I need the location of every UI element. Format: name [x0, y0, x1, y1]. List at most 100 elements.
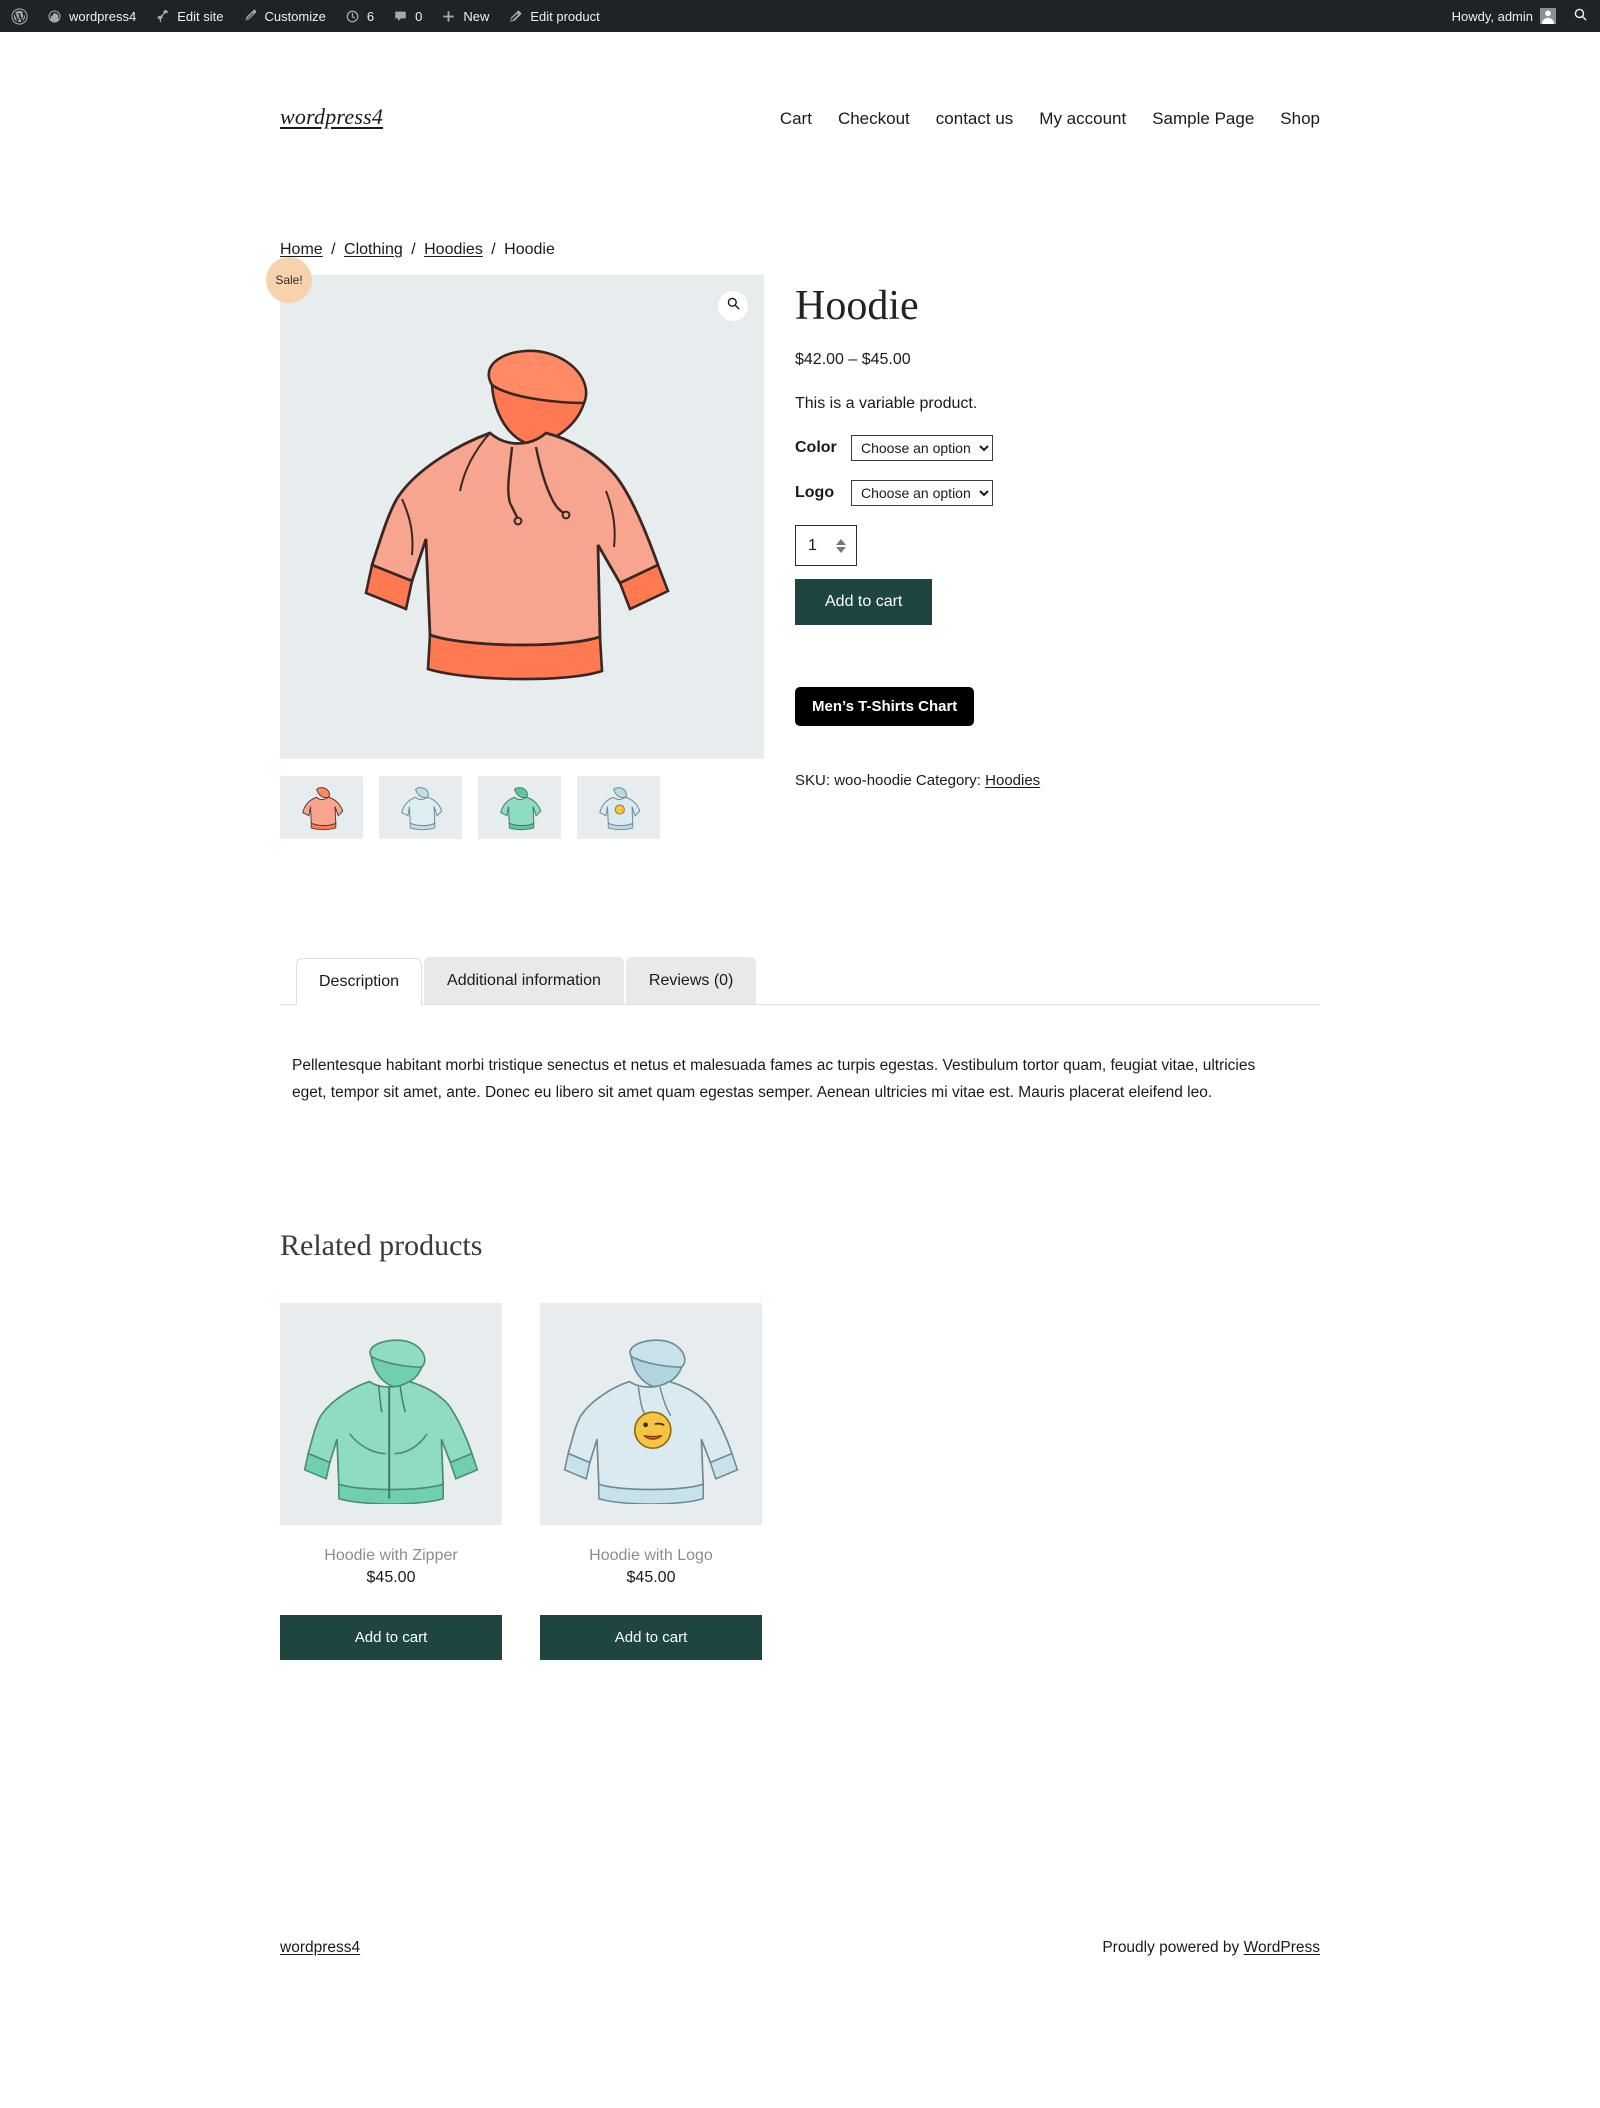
- adminbar-right-group: Howdy, admin: [1443, 0, 1598, 32]
- breadcrumb: Home / Clothing / Hoodies / Hoodie: [280, 241, 1320, 259]
- footer-credit-prefix: Proudly powered by: [1102, 1939, 1240, 1957]
- related-product-name-logo[interactable]: Hoodie with Logo: [540, 1547, 762, 1565]
- product-gallery: Sale!: [266, 257, 764, 839]
- variation-row-logo: Logo Choose an option Yes No: [795, 480, 1279, 507]
- adminbar-my-account[interactable]: Howdy, admin: [1443, 0, 1565, 32]
- related-add-to-cart-logo[interactable]: Add to cart: [540, 1615, 762, 1661]
- breadcrumb-item-home[interactable]: Home: [280, 241, 323, 258]
- related-product-name-zipper[interactable]: Hoodie with Zipper: [280, 1547, 502, 1565]
- spinner-up-icon[interactable]: [836, 538, 846, 545]
- nav-item-shop[interactable]: Shop: [1280, 109, 1320, 129]
- hoodie-thumb-green-icon: [499, 786, 541, 830]
- tab-additional-information[interactable]: Additional information: [424, 957, 624, 1004]
- product-variations: Color Choose an option Blue Green Red Lo…: [795, 435, 1279, 507]
- comments-icon: [392, 8, 409, 25]
- thumbnail-3[interactable]: [577, 776, 660, 839]
- primary-navigation: Cart Checkout contact us My account Samp…: [780, 109, 1320, 129]
- adminbar-howdy-label: Howdy, admin: [1451, 8, 1533, 24]
- breadcrumb-separator: /: [331, 241, 336, 258]
- adminbar-search-button[interactable]: [1565, 7, 1598, 25]
- related-product-price-zipper: $45.00: [366, 1569, 416, 1587]
- adminbar-updates[interactable]: 6: [335, 0, 383, 32]
- tab-description[interactable]: Description: [296, 958, 423, 1005]
- thumbnail-0[interactable]: [280, 776, 363, 839]
- related-product-card-logo[interactable]: Hoodie with Logo $45.00 Add to cart: [540, 1303, 762, 1661]
- hoodie-with-zipper-illustration: [303, 1339, 479, 1505]
- tab-reviews[interactable]: Reviews (0): [625, 957, 757, 1004]
- adminbar-site-name-label: wordpress4: [69, 8, 137, 24]
- product-main-image[interactable]: [280, 275, 764, 759]
- image-zoom-button[interactable]: [718, 291, 748, 321]
- nav-item-sample-page[interactable]: Sample Page: [1152, 109, 1254, 129]
- quantity-input[interactable]: [808, 536, 834, 555]
- breadcrumb-separator: /: [411, 241, 416, 258]
- related-product-card-zipper[interactable]: Hoodie with Zipper $45.00 Add to cart: [280, 1303, 502, 1661]
- adminbar-edit-site-label: Edit site: [177, 8, 224, 24]
- quantity-stepper[interactable]: [795, 525, 857, 567]
- variation-select-color[interactable]: Choose an option Blue Green Red: [851, 435, 993, 462]
- sale-badge: Sale!: [266, 257, 312, 303]
- adminbar-new-label: New: [463, 8, 490, 24]
- thumbnail-2[interactable]: [478, 776, 561, 839]
- adminbar-customize-label: Customize: [264, 8, 326, 24]
- variation-select-logo[interactable]: Choose an option Yes No: [851, 480, 993, 507]
- footer-credit: Proudly powered by WordPress: [1102, 1939, 1320, 1957]
- nav-item-my-account[interactable]: My account: [1039, 109, 1126, 129]
- site-footer: wordpress4 Proudly powered by WordPress: [280, 1939, 1320, 1957]
- breadcrumb-item-hoodies[interactable]: Hoodies: [424, 241, 483, 258]
- adminbar-edit-site[interactable]: Edit site: [145, 0, 232, 32]
- footer-wordpress-link[interactable]: WordPress: [1244, 1939, 1320, 1956]
- related-products-title: Related products: [280, 1229, 483, 1263]
- adminbar-edit-product[interactable]: Edit product: [498, 0, 608, 32]
- plus-icon: [440, 8, 457, 25]
- sku-label: SKU:: [795, 772, 831, 790]
- variation-label-color: Color: [795, 439, 837, 457]
- edit-site-icon: [154, 8, 171, 25]
- related-product-image-zipper[interactable]: [280, 1303, 502, 1526]
- thumbnail-1[interactable]: [379, 776, 462, 839]
- updates-icon: [344, 8, 361, 25]
- user-avatar-icon: [1540, 8, 1556, 24]
- adminbar-customize[interactable]: Customize: [232, 0, 334, 32]
- magnifier-icon: [726, 296, 741, 316]
- breadcrumb-item-clothing[interactable]: Clothing: [344, 241, 403, 258]
- breadcrumb-item-current: Hoodie: [504, 241, 555, 258]
- nav-item-checkout[interactable]: Checkout: [838, 109, 910, 129]
- site-wrapper: wordpress4 Cart Checkout contact us My a…: [0, 32, 1600, 1957]
- hoodie-thumb-logo-icon: [598, 786, 640, 830]
- page-container: wordpress4 Cart Checkout contact us My a…: [266, 32, 1320, 1957]
- related-add-to-cart-zipper[interactable]: Add to cart: [280, 1615, 502, 1661]
- customize-brush-icon: [241, 8, 258, 25]
- add-to-cart-button[interactable]: Add to cart: [795, 579, 933, 626]
- product-thumbnails: [280, 776, 764, 839]
- product-short-description: This is a variable product.: [795, 395, 978, 413]
- adminbar-site-name[interactable]: wordpress4: [37, 0, 145, 32]
- sku-value: woo-hoodie: [834, 772, 912, 790]
- adminbar-wp-logo[interactable]: [2, 0, 37, 32]
- category-label: Category:: [915, 772, 981, 790]
- size-chart-button[interactable]: Men’s T-Shirts Chart: [795, 687, 975, 727]
- quantity-spinner[interactable]: [836, 538, 846, 553]
- nav-item-cart[interactable]: Cart: [780, 109, 812, 129]
- wordpress-logo-icon: [11, 7, 28, 25]
- hoodie-thumb-pink-icon: [301, 786, 343, 830]
- related-products-section: Related products Hoodie with Zipper $45.…: [280, 1229, 1320, 1661]
- product-tabs: Description Additional information Revie…: [280, 957, 1320, 1005]
- spinner-down-icon[interactable]: [836, 546, 846, 553]
- hoodie-with-logo-illustration: [563, 1339, 739, 1505]
- related-product-price-logo: $45.00: [626, 1569, 676, 1587]
- admin-bar: wordpress4 Edit site Customize 6 0 New E…: [0, 0, 1600, 32]
- adminbar-new[interactable]: New: [431, 0, 498, 32]
- adminbar-updates-count: 6: [366, 8, 375, 24]
- category-link-hoodies[interactable]: Hoodies: [985, 772, 1040, 789]
- nav-item-contact-us[interactable]: contact us: [936, 109, 1014, 129]
- site-title-link[interactable]: wordpress4: [280, 104, 383, 130]
- related-product-image-logo[interactable]: [540, 1303, 762, 1526]
- site-header: wordpress4 Cart Checkout contact us My a…: [280, 32, 1320, 130]
- footer-site-title-link[interactable]: wordpress4: [280, 1939, 360, 1957]
- search-icon: [1573, 7, 1588, 25]
- page-title: Hoodie: [795, 283, 919, 329]
- adminbar-comments[interactable]: 0: [383, 0, 431, 32]
- product-meta: SKU: woo-hoodie Category: Hoodies: [795, 772, 1279, 789]
- tab-panel-description: Pellentesque habitant morbi tristique se…: [292, 1057, 1256, 1101]
